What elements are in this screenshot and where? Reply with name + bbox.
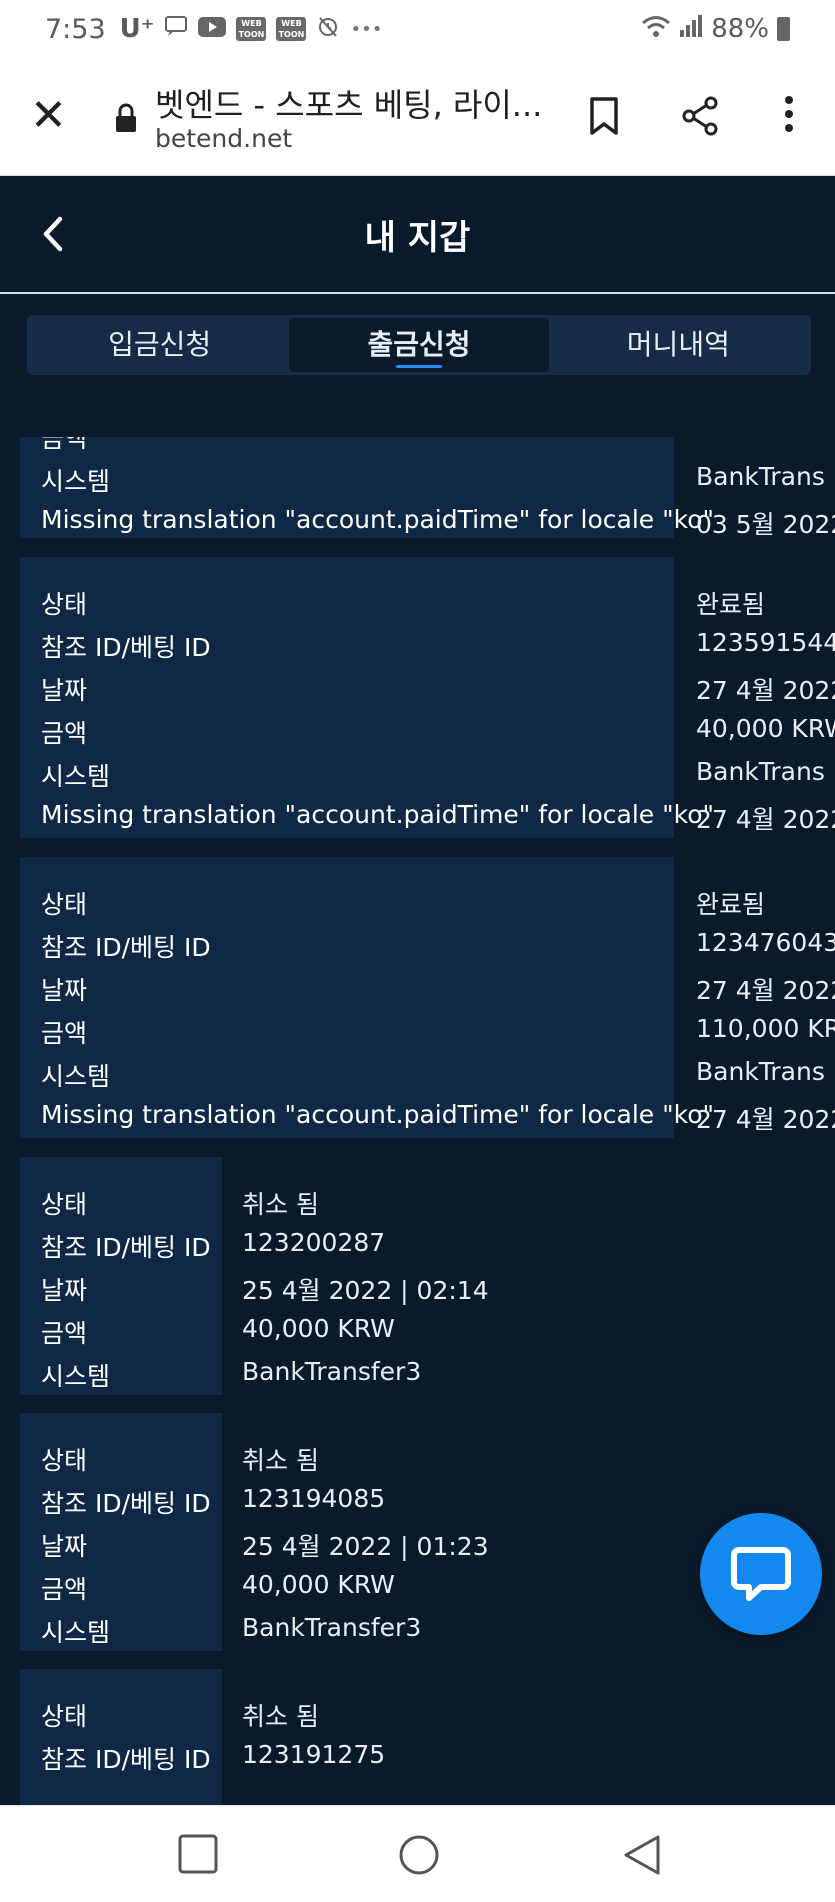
label-paid-time: Missing translation "account.paidTime" f…	[41, 505, 714, 534]
label-status: 상태	[41, 1190, 88, 1219]
home-icon[interactable]	[398, 1834, 440, 1880]
carrier-label: U⁺	[119, 14, 155, 44]
label-date: 날짜	[41, 1532, 88, 1561]
battery-percent: 88%	[711, 14, 769, 44]
value-status: 취소 됨	[242, 1702, 319, 1731]
value-paid-time: 03 5월 2022	[696, 510, 835, 539]
label-ref-id: 참조 ID/베팅 ID	[41, 1233, 211, 1262]
youtube-icon	[198, 14, 227, 44]
label-amount: 금액	[41, 1019, 88, 1048]
tab-money-history[interactable]: 머니내역	[549, 318, 808, 372]
bookmark-icon[interactable]	[588, 96, 620, 140]
label-system: 시스템	[41, 1362, 111, 1391]
value-amount: 40,000 KRW	[242, 1570, 395, 1599]
page-title-browser[interactable]: 벳엔드 - 스포츠 베팅, 라이...	[155, 80, 542, 126]
value-date: 27 4월 2022	[696, 976, 835, 1005]
close-icon[interactable]: ✕	[30, 94, 67, 138]
label-ref-id: 참조 ID/베팅 ID	[41, 633, 211, 662]
alarm-icon	[316, 14, 340, 45]
labels-panel	[20, 1669, 222, 1805]
value-ref-id: 123200287	[242, 1228, 386, 1257]
lock-icon	[113, 103, 139, 133]
signal-icon	[679, 14, 703, 45]
value-ref-id: 123476043	[696, 928, 835, 957]
label-status: 상태	[41, 890, 88, 919]
value-date: 27 4월 2022	[696, 676, 835, 705]
value-system: BankTransfer3	[242, 1613, 422, 1642]
value-system: BankTrans	[696, 462, 825, 491]
label-system: 시스템	[41, 762, 111, 791]
value-status: 취소 됨	[242, 1190, 319, 1219]
label-status: 상태	[41, 1702, 88, 1731]
value-status: 취소 됨	[242, 1446, 319, 1475]
value-ref-id: 123191275	[242, 1740, 386, 1769]
tab-withdraw[interactable]: 출금신청	[289, 318, 549, 372]
labels-panel	[20, 557, 674, 838]
app-header: 내 지갑	[0, 176, 835, 294]
wallet-tabs: 입금신청 출금신청 머니내역	[27, 315, 811, 375]
label-paid-time: Missing translation "account.paidTime" f…	[41, 800, 714, 829]
status-time: 7:53	[45, 13, 106, 45]
label-system: 시스템	[41, 1618, 111, 1647]
battery-icon	[777, 17, 790, 41]
value-amount: 40,000 KRW	[242, 1314, 395, 1343]
value-status: 완료됨	[696, 590, 766, 619]
label-ref-id: 참조 ID/베팅 ID	[41, 933, 211, 962]
browser-toolbar: ✕ 벳엔드 - 스포츠 베팅, 라이... betend.net	[0, 58, 835, 176]
label-amount: 금액	[41, 437, 88, 453]
label-paid-time: Missing translation "account.paidTime" f…	[41, 1100, 714, 1129]
more-icon: •••	[350, 18, 383, 40]
value-date: 25 4월 2022 | 01:23	[242, 1532, 489, 1561]
value-system: BankTrans	[696, 1057, 825, 1086]
value-ref-id: 123591544	[696, 628, 835, 657]
share-icon[interactable]	[680, 96, 720, 140]
status-bar: 7:53 U⁺ WEB TOON WEB TOON ••• 88%	[0, 0, 835, 58]
value-amount: 110,000 KRW	[696, 1014, 835, 1043]
system-nav-bar	[0, 1805, 835, 1902]
label-ref-id: 참조 ID/베팅 ID	[41, 1745, 211, 1774]
tab-deposit[interactable]: 입금신청	[30, 318, 289, 372]
labels-panel	[20, 857, 674, 1138]
label-status: 상태	[41, 590, 88, 619]
label-system: 시스템	[41, 1062, 111, 1091]
value-date: 25 4월 2022 | 02:14	[242, 1276, 489, 1305]
webtoon-icon: WEB TOON	[276, 17, 307, 41]
value-system: BankTransfer3	[242, 1357, 422, 1386]
back-nav-icon[interactable]	[622, 1834, 662, 1880]
chat-button[interactable]	[700, 1513, 822, 1635]
value-ref-id: 123194085	[242, 1484, 386, 1513]
message-icon	[164, 14, 188, 44]
label-amount: 금액	[41, 1575, 88, 1604]
overflow-menu-icon[interactable]	[782, 94, 796, 141]
page-title: 내 지갑	[364, 218, 471, 258]
label-date: 날짜	[41, 1276, 88, 1305]
label-amount: 금액	[41, 1319, 88, 1348]
label-system: 시스템	[41, 467, 111, 496]
value-paid-time: 27 4월 2022	[696, 1105, 835, 1134]
value-paid-time: 27 4월 2022	[696, 805, 835, 834]
value-system: BankTrans	[696, 757, 825, 786]
webtoon-icon: WEB TOON	[236, 17, 267, 41]
url-text[interactable]: betend.net	[155, 124, 292, 153]
label-ref-id: 참조 ID/베팅 ID	[41, 1489, 211, 1518]
value-status: 완료됨	[696, 890, 766, 919]
chat-icon	[731, 1547, 791, 1601]
label-amount: 금액	[41, 719, 88, 748]
label-date: 날짜	[41, 676, 88, 705]
label-date: 날짜	[41, 976, 88, 1005]
value-amount: 40,000 KRW	[696, 714, 835, 743]
recents-icon[interactable]	[178, 1834, 218, 1878]
label-status: 상태	[41, 1446, 88, 1475]
wifi-icon	[641, 14, 671, 45]
